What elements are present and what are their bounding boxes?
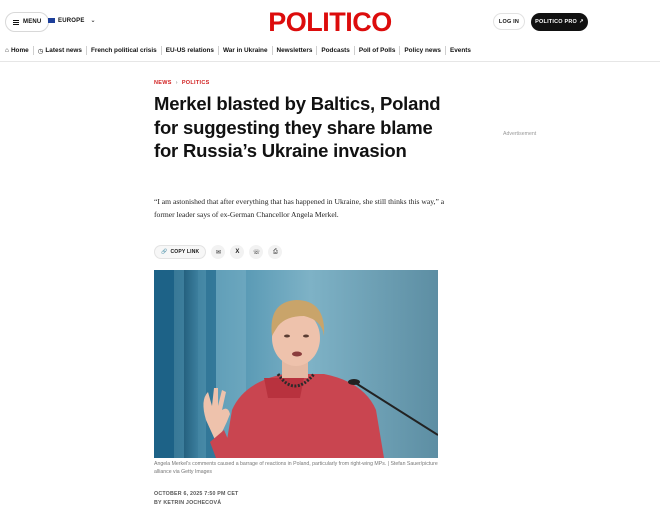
copy-link-button[interactable]: 🔗 COPY LINK — [154, 245, 207, 259]
nav-divider — [399, 46, 401, 55]
byline[interactable]: BY KETRIN JOCHECOVÁ — [154, 499, 239, 508]
nav-divider — [32, 46, 34, 55]
breadcrumb-separator-icon: › — [175, 80, 178, 86]
main-nav: ⌂ Home ◷ Latest news French political cris… — [0, 40, 660, 62]
site-header: MENU EUROPE ⌄ POLITICO LOG IN POLITICO P… — [0, 0, 660, 44]
nav-item-home[interactable]: ⌂ Home — [5, 47, 29, 54]
whatsapp-share-button[interactable]: ☏ — [249, 245, 264, 259]
share-bar: 🔗 COPY LINK ✉ X ☏ ⎙ — [154, 245, 283, 259]
nav-divider — [316, 46, 318, 55]
x-icon: X — [235, 249, 240, 255]
nav-divider — [353, 46, 355, 55]
whatsapp-icon: ☏ — [252, 249, 261, 256]
nav-divider — [444, 46, 446, 55]
nav-item-latest-news[interactable]: ◷ Latest news — [38, 47, 82, 55]
nav-item-podcasts[interactable]: Podcasts — [321, 47, 349, 54]
article-meta: OCTOBER 6, 2025 7:50 PM CET BY KETRIN JO… — [154, 490, 239, 508]
nav-item-events[interactable]: Events — [450, 47, 471, 54]
print-icon: ⎙ — [272, 248, 278, 255]
hero-image — [154, 270, 438, 458]
email-share-button[interactable]: ✉ — [211, 245, 226, 259]
breadcrumb-news[interactable]: NEWS — [154, 80, 172, 86]
image-caption: Angela Merkel's comments caused a barrag… — [154, 461, 438, 475]
nav-divider — [85, 46, 87, 55]
nav-item-policy-news[interactable]: Policy news — [404, 47, 441, 54]
article-headline: Merkel blasted by Baltics, Poland for su… — [154, 93, 441, 161]
pro-label: POLITICO PRO — [535, 19, 577, 25]
home-icon: ⌂ — [5, 47, 9, 54]
clock-icon: ◷ — [37, 47, 44, 55]
email-icon: ✉ — [215, 249, 221, 256]
nav-item-poll-of-polls[interactable]: Poll of Polls — [359, 47, 396, 54]
breadcrumb: NEWS › POLITICS — [154, 80, 210, 86]
external-link-icon: ↗ — [579, 19, 584, 25]
link-icon: 🔗 — [161, 249, 168, 255]
nav-divider — [271, 46, 273, 55]
politico-pro-button[interactable]: POLITICO PRO ↗ — [531, 13, 588, 31]
nav-item-newsletters[interactable]: Newsletters — [277, 47, 313, 54]
article-dek: “I am astonished that after everything t… — [154, 197, 445, 219]
nav-divider — [160, 46, 162, 55]
copy-link-label: COPY LINK — [170, 249, 200, 255]
nav-divider — [217, 46, 219, 55]
login-button[interactable]: LOG IN — [493, 13, 525, 30]
print-share-button[interactable]: ⎙ — [268, 245, 283, 259]
nav-item-war-in-ukraine[interactable]: War in Ukraine — [223, 47, 268, 54]
merkel-photo — [154, 270, 438, 458]
breadcrumb-politics[interactable]: POLITICS — [182, 80, 210, 86]
advertisement-label: Advertisement — [503, 131, 537, 137]
nav-item-eu-us-relations[interactable]: EU-US relations — [166, 47, 214, 54]
publish-date: OCTOBER 6, 2025 7:50 PM CET — [154, 491, 239, 497]
x-share-button[interactable]: X — [230, 245, 245, 259]
nav-item-french-political-crisis[interactable]: French political crisis — [91, 47, 157, 54]
